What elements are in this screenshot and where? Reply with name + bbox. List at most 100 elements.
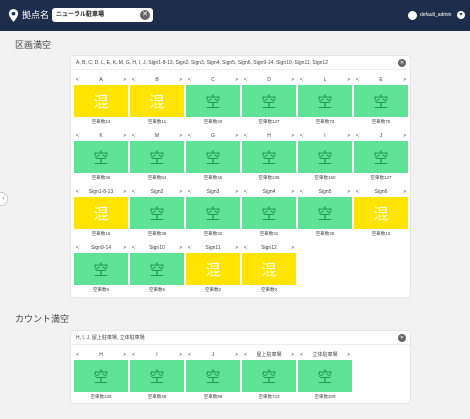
zone-name: Sign10	[149, 245, 165, 251]
zone-card: < Sign4 > 空空車数31	[242, 188, 296, 241]
close-icon[interactable]: ✕	[140, 10, 150, 20]
occupancy-status: 空	[186, 197, 240, 229]
zone-name: L	[323, 77, 327, 83]
chevron-left-icon[interactable]: <	[132, 132, 135, 141]
zone-nav: < 立体駐車場 >	[298, 351, 352, 360]
chevron-left-icon[interactable]: <	[356, 76, 359, 85]
chevron-right-icon[interactable]: >	[291, 132, 294, 141]
chevron-right-icon[interactable]: >	[403, 132, 406, 141]
zone-nav: < Sign9-14 >	[74, 244, 128, 253]
zone-card: < H > 空空車数135	[242, 132, 296, 185]
zone-nav: < M >	[130, 132, 184, 141]
chevron-left-icon[interactable]: <	[356, 132, 359, 141]
chevron-right-icon[interactable]: >	[235, 188, 238, 197]
zone-card: < Sign2 > 空空車数39	[130, 188, 184, 241]
chevron-right-icon[interactable]: >	[291, 244, 294, 253]
occupancy-status: 空	[130, 360, 184, 392]
location-select[interactable]: ニューラル駐車場 ✕	[52, 8, 153, 22]
zone-card: < Sign11 > 混空車数2	[186, 244, 240, 297]
chevron-left-icon[interactable]: <	[244, 132, 247, 141]
chevron-right-icon[interactable]: >	[403, 76, 406, 85]
chevron-right-icon[interactable]: >	[403, 188, 406, 197]
chevron-left-icon[interactable]: <	[132, 351, 135, 360]
close-icon[interactable]: ✕	[398, 59, 406, 67]
chevron-right-icon[interactable]: >	[123, 132, 126, 141]
zone-name: Sign1-8-13	[88, 189, 114, 195]
vacancy-count: 空車数9	[92, 287, 109, 292]
close-icon[interactable]: ✕	[398, 334, 406, 342]
chevron-right-icon[interactable]: >	[179, 188, 182, 197]
chevron-left-icon[interactable]: <	[188, 76, 191, 85]
chevron-right-icon[interactable]: >	[179, 76, 182, 85]
chevron-left-icon[interactable]: <	[188, 351, 191, 360]
count-filter[interactable]: H, I, J, 屋上駐車場, 立体駐車場 ✕	[71, 331, 410, 345]
zone-card: < 立体駐車場 > 空空車数309	[298, 351, 352, 404]
area-filter-text: A, B, C, D, L, E, K, M, G, H, I, J, Sign…	[76, 60, 328, 66]
chevron-right-icon[interactable]: >	[235, 132, 238, 141]
chevron-right-icon[interactable]: >	[347, 132, 350, 141]
chevron-left-icon[interactable]: <	[132, 76, 135, 85]
zone-nav: < H >	[74, 351, 128, 360]
chevron-right-icon[interactable]: >	[179, 132, 182, 141]
chevron-left-icon[interactable]: <	[76, 244, 79, 253]
chevron-right-icon[interactable]: >	[235, 76, 238, 85]
chevron-right-icon[interactable]: >	[235, 244, 238, 253]
chevron-left-icon[interactable]: <	[300, 351, 303, 360]
vacancy-count: 空車数99	[203, 394, 223, 399]
chevron-left-icon[interactable]: <	[300, 132, 303, 141]
occupancy-status: 空	[242, 141, 296, 173]
chevron-left-icon[interactable]: <	[76, 351, 79, 360]
zone-name: Sign5	[318, 189, 332, 195]
chevron-right-icon[interactable]: >	[347, 351, 350, 360]
chevron-left-icon[interactable]: <	[132, 244, 135, 253]
chevron-left-icon[interactable]: <	[188, 188, 191, 197]
chevron-right-icon[interactable]: >	[179, 244, 182, 253]
area-filter[interactable]: A, B, C, D, L, E, K, M, G, H, I, J, Sign…	[71, 56, 410, 70]
chevron-left-icon[interactable]: <	[76, 76, 79, 85]
chevron-left-icon[interactable]: <	[76, 188, 79, 197]
chevron-right-icon[interactable]: >	[123, 244, 126, 253]
chevron-down-icon[interactable]: ▾	[457, 11, 465, 19]
zone-nav: < K >	[74, 132, 128, 141]
zone-nav: < Sign4 >	[242, 188, 296, 197]
occupancy-status: 空	[130, 253, 184, 285]
chevron-left-icon[interactable]: <	[76, 132, 79, 141]
chevron-left-icon[interactable]: <	[300, 76, 303, 85]
chevron-right-icon[interactable]: >	[123, 76, 126, 85]
chevron-left-icon[interactable]: <	[132, 188, 135, 197]
chevron-right-icon[interactable]: >	[179, 351, 182, 360]
vacancy-count: 空車数40	[203, 119, 223, 124]
chevron-left-icon[interactable]: <	[188, 244, 191, 253]
chevron-left-icon[interactable]: <	[300, 188, 303, 197]
sidebar-toggle[interactable]: ‹	[0, 192, 8, 206]
account-icon[interactable]	[408, 11, 417, 20]
zone-nav: < Sign1-8-13 >	[74, 188, 128, 197]
chevron-left-icon[interactable]: <	[356, 188, 359, 197]
chevron-right-icon[interactable]: >	[123, 188, 126, 197]
zone-name: I	[156, 352, 158, 358]
zone-name: J	[211, 352, 215, 358]
chevron-right-icon[interactable]: >	[347, 188, 350, 197]
chevron-right-icon[interactable]: >	[347, 76, 350, 85]
zone-nav: < J >	[186, 351, 240, 360]
zone-nav: < H >	[242, 132, 296, 141]
section-title-area: 区画満空	[15, 40, 52, 50]
chevron-left-icon[interactable]: <	[188, 132, 191, 141]
chevron-right-icon[interactable]: >	[291, 76, 294, 85]
zone-nav: < Sign11 >	[186, 244, 240, 253]
user-name[interactable]: default_admin	[420, 12, 451, 19]
location-label: 拠点名	[22, 10, 50, 20]
occupancy-status: 空	[130, 197, 184, 229]
chevron-left-icon[interactable]: <	[244, 188, 247, 197]
chevron-left-icon[interactable]: <	[244, 244, 247, 253]
zone-card: < A > 混空車数24	[74, 76, 128, 129]
chevron-left-icon[interactable]: <	[244, 76, 247, 85]
chevron-right-icon[interactable]: >	[291, 351, 294, 360]
zone-nav: < B >	[130, 76, 184, 85]
chevron-right-icon[interactable]: >	[123, 351, 126, 360]
chevron-right-icon[interactable]: >	[291, 188, 294, 197]
zone-card: < I > 空空車数48	[130, 351, 184, 404]
vacancy-count: 空車数25	[315, 231, 335, 236]
chevron-right-icon[interactable]: >	[235, 351, 238, 360]
chevron-left-icon[interactable]: <	[244, 351, 247, 360]
